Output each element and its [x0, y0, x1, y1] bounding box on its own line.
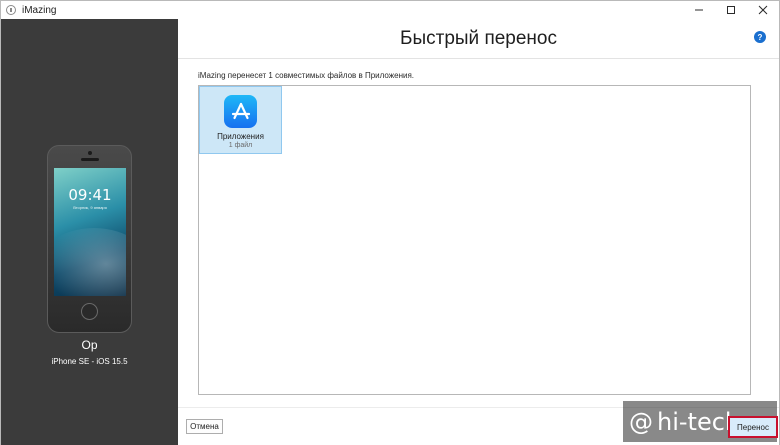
cancel-button[interactable]: Отмена [186, 419, 223, 434]
iphone-image: 09:41 Вторник, 9 января [47, 145, 132, 333]
apps-tile-count: 1 файл [228, 142, 253, 149]
device-panel: 09:41 Вторник, 9 января Op iPhone SE - i… [1, 19, 178, 445]
page-title: Быстрый перенос [400, 28, 557, 49]
phone-home-button [81, 303, 98, 320]
window-controls [683, 1, 779, 19]
window-title: iMazing [22, 4, 57, 16]
header-divider [178, 58, 779, 59]
device-name: Op [81, 338, 98, 352]
imazing-app-icon [6, 5, 16, 15]
watermark-at-symbol: @ [629, 407, 653, 436]
transfer-button-label: Перенос [737, 422, 769, 432]
main-content: Быстрый перенос ? iMazing перенесет 1 со… [178, 19, 779, 445]
lock-screen-date: Вторник, 9 января [73, 205, 107, 210]
title-bar: iMazing [1, 1, 779, 19]
maximize-button[interactable] [715, 1, 747, 19]
apps-tile[interactable]: Приложения 1 файл [199, 86, 282, 154]
minimize-icon [695, 9, 703, 11]
phone-camera [88, 151, 92, 155]
phone-screen: 09:41 Вторник, 9 января [54, 168, 126, 296]
apps-tile-label: Приложения [217, 132, 264, 141]
device-info: iPhone SE - iOS 15.5 [51, 357, 128, 366]
transfer-message: iMazing перенесет 1 совместимых файлов в… [198, 71, 415, 80]
close-icon [758, 5, 768, 15]
minimize-button[interactable] [683, 1, 715, 19]
imazing-window: iMazing 09:41 Вторник, 9 января Op iPhon… [0, 0, 780, 445]
close-button[interactable] [747, 1, 779, 19]
maximize-icon [727, 6, 735, 14]
lock-screen-time: 09:41 [68, 186, 112, 204]
transfer-button[interactable]: Перенос [728, 416, 778, 438]
file-list: Приложения 1 файл [198, 85, 751, 395]
phone-speaker [81, 158, 99, 161]
app-store-icon [224, 95, 257, 128]
help-button[interactable]: ? [754, 31, 766, 43]
